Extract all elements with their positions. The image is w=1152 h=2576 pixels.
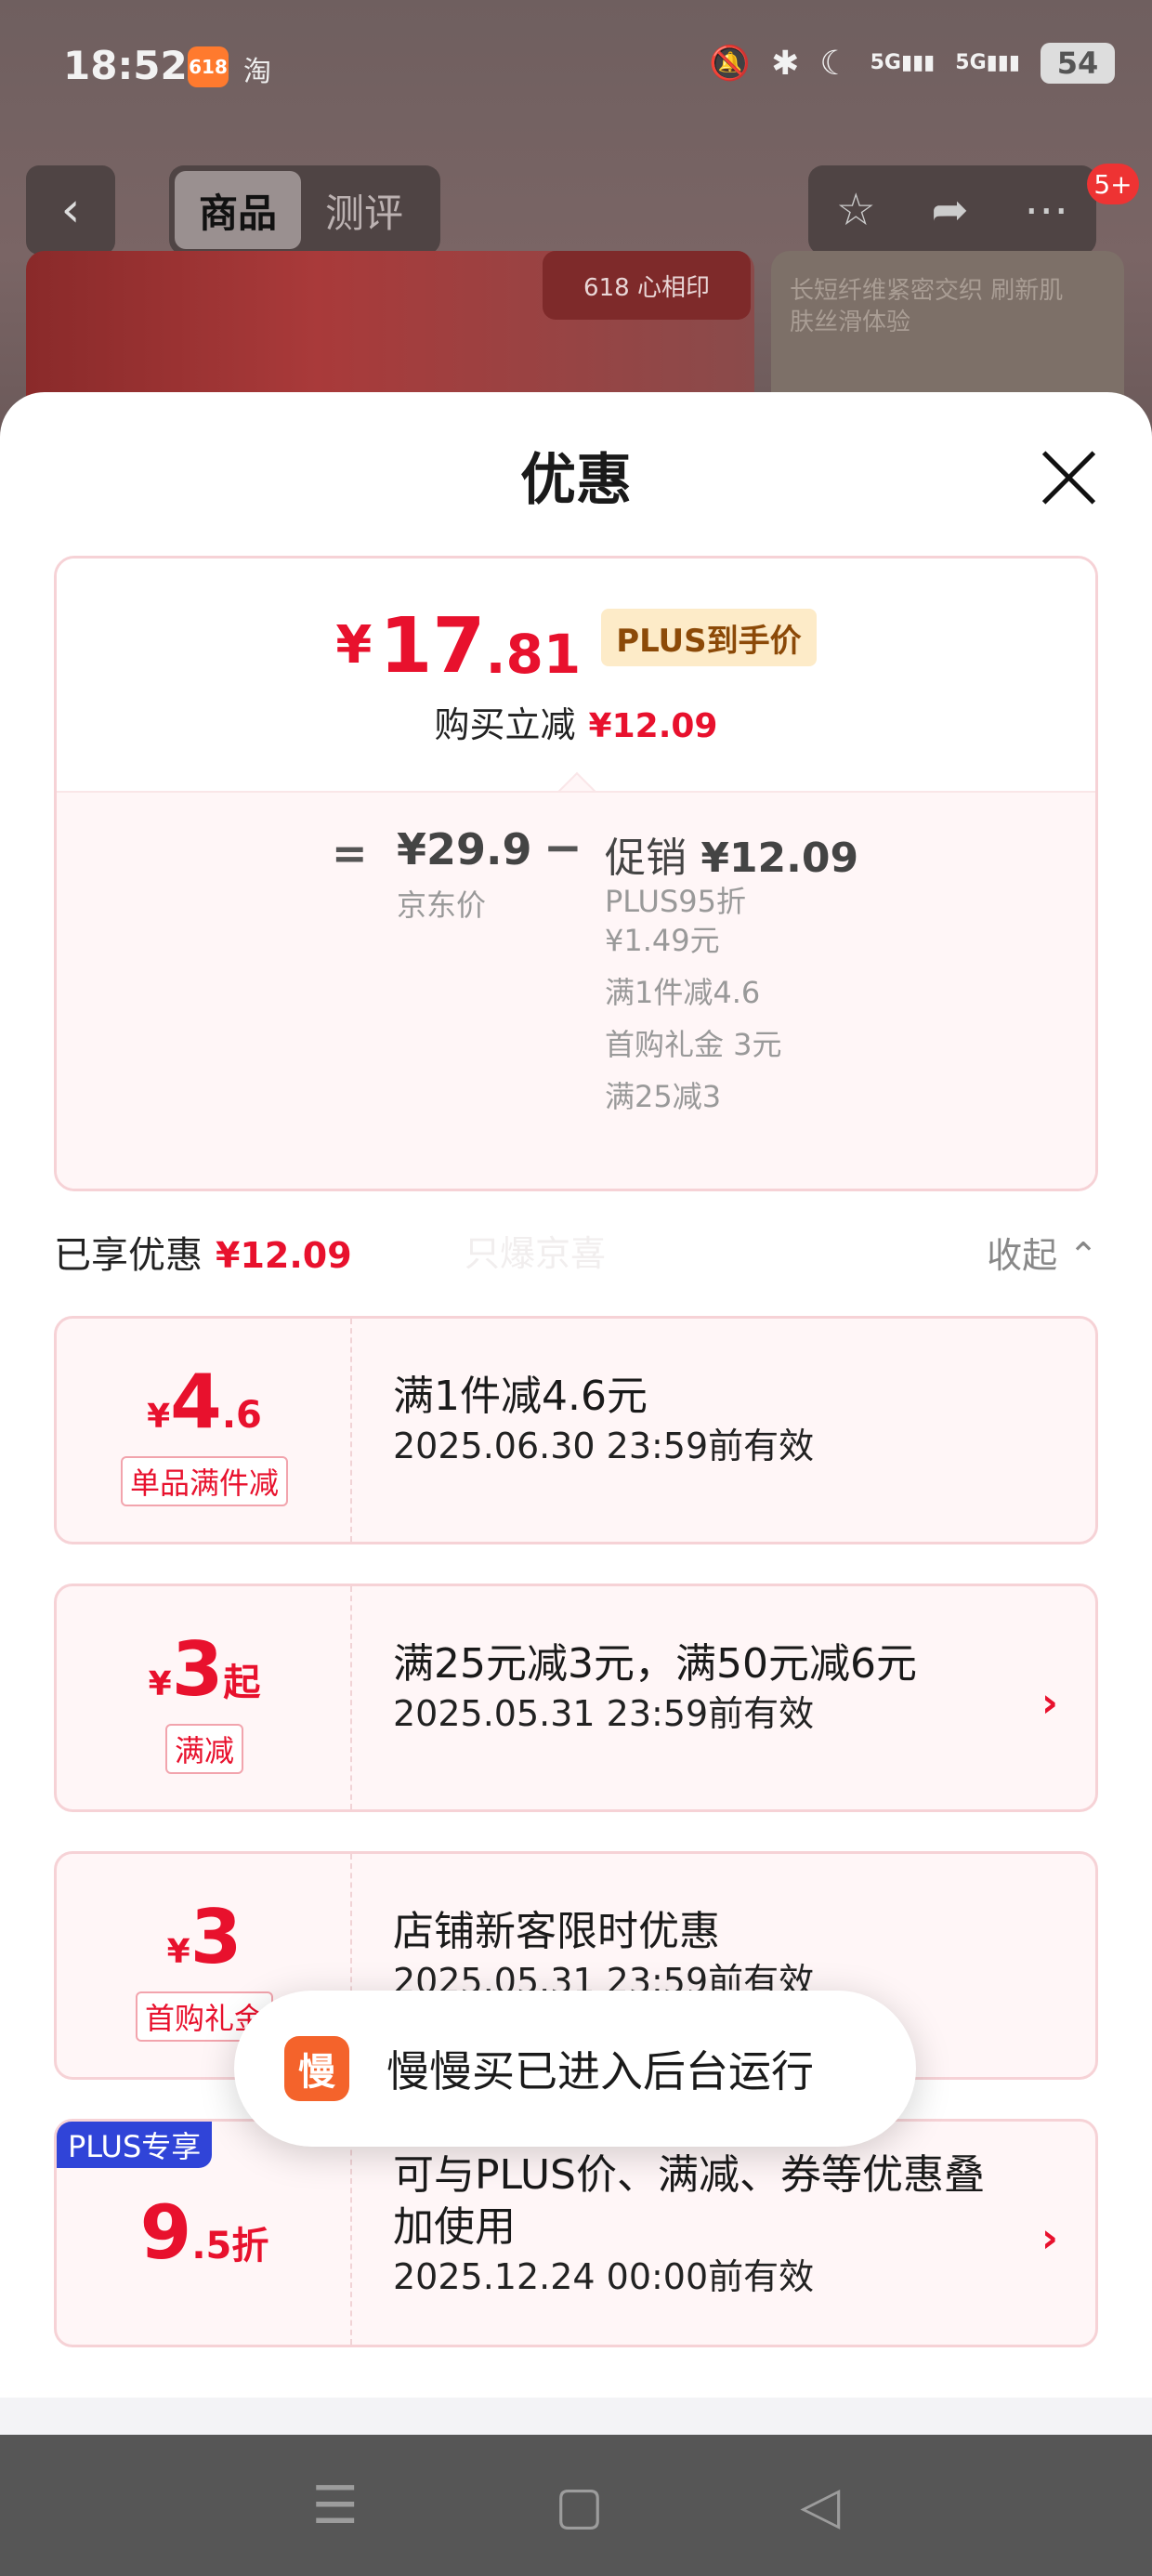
minus-sign: − [543,821,583,874]
chevron-right-icon[interactable]: › [1041,2215,1058,2262]
coupon-info: 可与PLUS价、满减、券等优惠叠加使用 2025.12.24 00:00前有效 [393,2149,1025,2300]
promo-label: 促销 [605,835,687,882]
collapse-button[interactable]: 收起 ⌃ [987,1227,1098,1278]
price-decimal: .81 [485,623,582,686]
final-price: ¥ 17 .81 PLUS到手价 [57,609,1095,685]
promo-item: 首购礼金 3元 [605,1027,782,1062]
coupon-title: 可与PLUS价、满减、券等优惠叠加使用 [393,2151,985,2251]
coupon-card[interactable]: PLUS专享 9.5折 可与PLUS价、满减、券等优惠叠加使用 2025.12.… [54,2119,1098,2347]
enjoyed-discount: 已享优惠 ¥12.09 [54,1225,352,1279]
coupon-value: ¥3 [166,1894,242,1980]
final-price-section: ¥ 17 .81 PLUS到手价 购买立减 ¥12.09 [57,559,1095,791]
coupon-validity: 2025.05.31 23:59前有效 [393,1693,815,1734]
product-tabs: 商品 测评 [169,165,440,255]
product-image-caption: 长短纤维紧密交织 刷新肌肤丝滑体验 [790,277,1064,336]
bluetooth-icon: ✱ [771,44,800,83]
toast-message: 慢慢买已进入后台运行 [386,2046,814,2096]
system-navigation-bar: ☰ ▢ ◁ [0,2435,1152,2576]
price-summary-card: ¥ 17 .81 PLUS到手价 购买立减 ¥12.09 = ¥29.9 京东价… [54,556,1098,1191]
watermark: 只爆京喜 [465,1233,607,1274]
reduction-value: ¥12.09 [588,707,718,745]
coupon-type-tag: 满减 [57,1724,352,1774]
jd-price-value: ¥29.9 [397,824,532,874]
sheet-title: 优惠 [520,448,632,513]
coupon-value-area: ¥3起 满减 [57,1586,352,1809]
price-integer: 17 [379,602,486,690]
home-icon[interactable]: ▢ [555,2476,604,2536]
coupon-title: 店铺新客限时优惠 [393,1908,720,1955]
back-button[interactable]: ‹ [26,165,115,255]
nav-actions: ☆ ➦ ⋯ [808,165,1096,255]
coupon-info: 满25元减3元，满50元减6元 2025.05.31 23:59前有效 [393,1638,1025,1737]
app-notification-icon: 618 [188,46,229,87]
price-breakdown: = ¥29.9 京东价 − 促销 ¥12.09 PLUS95折 ¥1.49元 满… [57,791,1095,1189]
reduction-label: 购买立减 [434,704,576,745]
promo-value: ¥12.09 [700,835,859,882]
message-count-badge: 5+ [1087,164,1139,204]
price-currency: ¥ [335,615,373,676]
promo-item: 满1件减4.6 [605,975,761,1010]
manmanmai-app-icon: 慢 [284,2036,349,2101]
close-icon[interactable] [1039,448,1098,507]
equals-sign: = [332,828,368,878]
status-time: 18:52 [63,43,188,88]
coupon-value: 9.5折 [139,2189,269,2276]
tab-review[interactable]: 测评 [301,171,427,249]
background-toast: 慢 慢慢买已进入后台运行 [234,1991,916,2147]
recent-apps-icon[interactable]: ☰ [312,2476,359,2536]
plus-price-tag: PLUS到手价 [601,609,817,666]
promo-items: PLUS95折 ¥1.49元 满1件减4.6 首购礼金 3元 满25减3 [605,882,828,1129]
enjoyed-value: ¥12.09 [216,1235,352,1276]
coupon-card[interactable]: ¥4.6 单品满件减 满1件减4.6元 2025.06.30 23:59前有效 [54,1316,1098,1544]
coupon-validity: 2025.12.24 00:00前有效 [393,2256,815,2297]
jd-price-label: 京东价 [397,887,487,923]
taobao-notification-icon: 淘 [243,56,271,88]
coupon-info: 满1件减4.6元 2025.06.30 23:59前有效 [393,1371,1025,1469]
star-icon[interactable]: ☆ [836,184,876,236]
coupon-type-tag: 单品满件减 [57,1456,352,1506]
signal-icon-2: 5G▮▮▮ [955,51,1020,74]
promo-item: PLUS95折 ¥1.49元 [605,884,746,958]
status-icons: 🔕 ✱ ☾ 5G▮▮▮ 5G▮▮▮ 54 [709,43,1115,84]
coupon-title: 满25元减3元，满50元减6元 [393,1640,917,1688]
background-page: 18:52 618 淘 🔕 ✱ ☾ 5G▮▮▮ 5G▮▮▮ 54 ‹ 商品 测评… [0,0,1152,427]
share-icon[interactable]: ➦ [931,184,968,236]
back-icon[interactable]: ◁ [800,2476,840,2536]
brand-logo: 618 心相印 [543,251,751,320]
moon-icon: ☾ [819,44,850,83]
coupon-validity: 2025.06.30 23:59前有效 [393,1426,815,1466]
coupon-value: ¥3起 [148,1626,261,1713]
promo-item: 满25减3 [605,1079,722,1114]
coupon-value-area: ¥4.6 单品满件减 [57,1319,352,1542]
instant-reduction: 购买立减 ¥12.09 [57,696,1095,747]
promo-total: 促销 ¥12.09 [605,824,858,884]
enjoyed-label: 已享优惠 [54,1234,203,1277]
coupon-card[interactable]: ¥3起 满减 满25元减3元，满50元减6元 2025.05.31 23:59前… [54,1584,1098,1812]
sheet-footer [0,2398,1152,2435]
signal-icon: 5G▮▮▮ [870,51,936,74]
coupon-value-area: 9.5折 [57,2122,352,2345]
more-icon[interactable]: ⋯ [1024,184,1068,236]
status-bar: 18:52 618 淘 🔕 ✱ ☾ 5G▮▮▮ 5G▮▮▮ 54 [0,0,1152,139]
battery-icon: 54 [1041,43,1115,84]
mute-icon: 🔕 [709,45,752,83]
chevron-right-icon[interactable]: › [1041,1679,1058,1727]
tab-product[interactable]: 商品 [175,171,301,249]
coupon-title: 满1件减4.6元 [393,1373,648,1420]
coupon-value: ¥4.6 [147,1359,262,1445]
